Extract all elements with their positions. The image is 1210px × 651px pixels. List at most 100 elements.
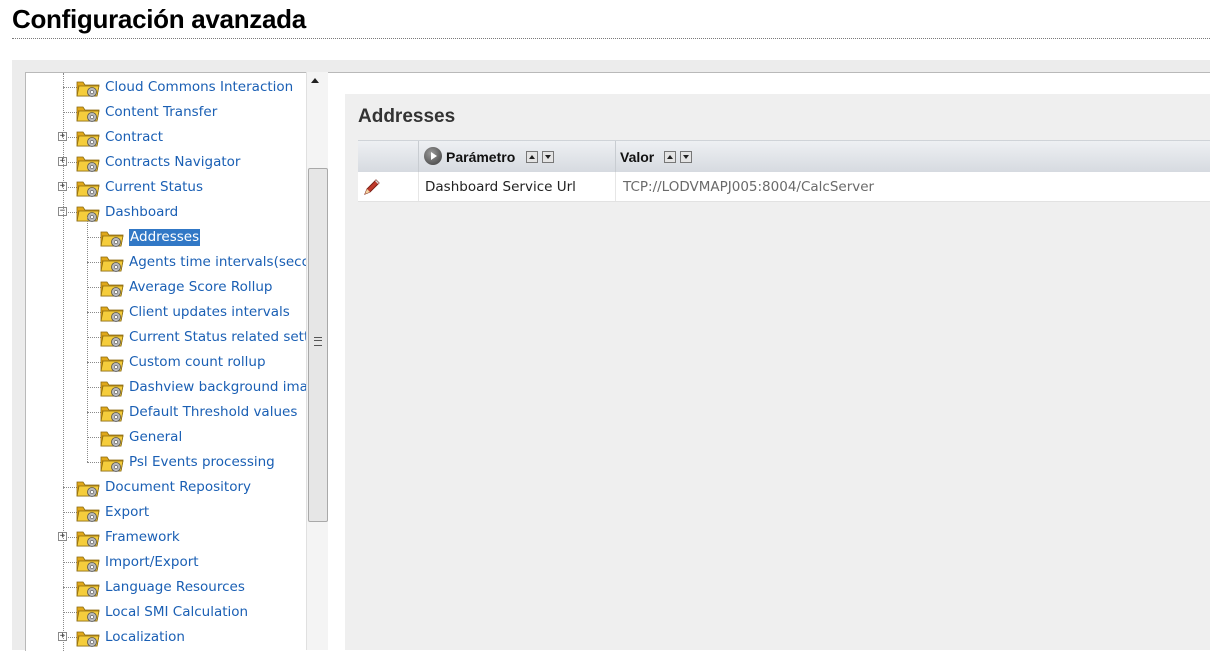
tree-connector bbox=[87, 312, 101, 313]
tree-item-label[interactable]: Localization bbox=[105, 625, 185, 650]
tree-item-label[interactable]: Psl Events processing bbox=[129, 450, 275, 475]
tree-item-label[interactable]: Current Status bbox=[105, 175, 203, 200]
tree-item-label[interactable]: Current Status related setting bbox=[129, 325, 329, 350]
folder-gear-icon bbox=[76, 553, 100, 573]
tree-item[interactable]: + Localization bbox=[26, 625, 316, 650]
tree-connector bbox=[87, 387, 101, 388]
tree-item[interactable]: Psl Events processing bbox=[26, 450, 316, 475]
folder-gear-icon bbox=[76, 128, 100, 148]
tree-item-label[interactable]: Cloud Commons Interaction bbox=[105, 75, 293, 100]
tree-connector bbox=[63, 512, 77, 513]
tree-item[interactable]: Local SMI Calculation bbox=[26, 600, 316, 625]
folder-gear-icon bbox=[76, 603, 100, 623]
sort-up-icon[interactable] bbox=[664, 151, 676, 163]
tree-item-label[interactable]: Language Resources bbox=[105, 575, 245, 600]
tree-item[interactable]: + Framework bbox=[26, 525, 316, 550]
tree-item[interactable]: Content Transfer bbox=[26, 100, 316, 125]
tree-scrollbar[interactable] bbox=[306, 72, 329, 650]
folder-gear-icon bbox=[100, 303, 124, 323]
folder-gear-icon bbox=[100, 378, 124, 398]
tree-item-label[interactable]: Contracts Navigator bbox=[105, 150, 240, 175]
folder-gear-icon bbox=[100, 228, 124, 248]
tree-item-label[interactable]: Local SMI Calculation bbox=[105, 600, 248, 625]
folder-gear-icon bbox=[76, 78, 100, 98]
tree-item-label[interactable]: Export bbox=[105, 500, 149, 525]
tree-connector bbox=[63, 562, 77, 563]
tree-item[interactable]: Dashview background image bbox=[26, 375, 325, 400]
folder-gear-icon bbox=[76, 578, 100, 598]
value-cell: TCP://LODVMAPJ005:8004/CalcServer bbox=[623, 179, 875, 195]
folder-gear-icon bbox=[100, 253, 124, 273]
tree-item-label[interactable]: Dashboard bbox=[105, 200, 178, 225]
tree-item-label[interactable]: Average Score Rollup bbox=[129, 275, 273, 300]
tree-item[interactable]: − Dashboard bbox=[26, 200, 316, 225]
tree-connector bbox=[87, 462, 101, 463]
tree-connector bbox=[63, 87, 77, 88]
tree-connector bbox=[87, 362, 101, 363]
column-separator bbox=[418, 141, 419, 172]
tree-item[interactable]: Agents time intervals(seconds bbox=[26, 250, 329, 275]
tree-item-label[interactable]: General bbox=[129, 425, 182, 450]
tree-item[interactable]: Client updates intervals bbox=[26, 300, 316, 325]
folder-gear-icon bbox=[76, 178, 100, 198]
tree-item-label[interactable]: Custom count rollup bbox=[129, 350, 266, 375]
tree-connector bbox=[63, 487, 77, 488]
grip-icon bbox=[314, 337, 322, 346]
tree-item-label[interactable]: Import/Export bbox=[105, 550, 199, 575]
tree-item[interactable]: + Contracts Navigator bbox=[26, 150, 316, 175]
tree-item-label[interactable]: Addresses bbox=[129, 229, 201, 246]
tree-guide-line bbox=[87, 217, 88, 462]
folder-gear-icon bbox=[100, 353, 124, 373]
tree-item[interactable]: Default Threshold values bbox=[26, 400, 316, 425]
folder-gear-icon bbox=[76, 503, 100, 523]
pencil-icon[interactable] bbox=[362, 177, 382, 197]
folder-gear-icon bbox=[100, 428, 124, 448]
param-cell: Dashboard Service Url bbox=[425, 179, 576, 195]
sort-up-icon[interactable] bbox=[526, 151, 538, 163]
table-row[interactable]: Dashboard Service Url TCP://LODVMAPJ005:… bbox=[358, 172, 1210, 202]
tree-item[interactable]: Document Repository bbox=[26, 475, 316, 500]
tree-item[interactable]: General bbox=[26, 425, 316, 450]
folder-gear-icon bbox=[76, 203, 100, 223]
tree-connector bbox=[87, 337, 101, 338]
tree-item-label[interactable]: Framework bbox=[105, 525, 180, 550]
tree-connector bbox=[87, 287, 101, 288]
tree-connector bbox=[63, 612, 77, 613]
folder-gear-icon bbox=[76, 478, 100, 498]
tree-item-label[interactable]: Contract bbox=[105, 125, 163, 150]
tree-item-label[interactable]: Document Repository bbox=[105, 475, 251, 500]
tree-item-label[interactable]: Client updates intervals bbox=[129, 300, 290, 325]
sort-down-icon[interactable] bbox=[542, 151, 554, 163]
play-circle-icon[interactable] bbox=[424, 147, 442, 165]
grid-header: Parámetro Valor bbox=[358, 140, 1210, 173]
tree-connector bbox=[63, 587, 77, 588]
tree-item-label[interactable]: Agents time intervals(seconds bbox=[129, 250, 329, 275]
tree-item[interactable]: Cloud Commons Interaction bbox=[26, 75, 316, 100]
tree-item[interactable]: + Contract bbox=[26, 125, 316, 150]
tree-item[interactable]: Language Resources bbox=[26, 575, 316, 600]
column-header-param[interactable]: Parámetro bbox=[446, 149, 515, 165]
tree-item[interactable]: Import/Export bbox=[26, 550, 316, 575]
tree-item[interactable]: Average Score Rollup bbox=[26, 275, 316, 300]
tree-item-label[interactable]: Content Transfer bbox=[105, 100, 217, 125]
tree-item[interactable]: Addresses bbox=[26, 225, 316, 250]
section-title: Addresses bbox=[358, 106, 456, 127]
page-title: Configuración avanzada bbox=[12, 4, 306, 34]
tree-item[interactable]: Current Status related setting bbox=[26, 325, 329, 350]
folder-gear-icon bbox=[76, 628, 100, 648]
tree-guide-line bbox=[63, 73, 64, 651]
folder-gear-icon bbox=[76, 153, 100, 173]
tree-item[interactable]: + Current Status bbox=[26, 175, 316, 200]
tree-item-label[interactable]: Default Threshold values bbox=[129, 400, 297, 425]
sort-down-icon[interactable] bbox=[680, 151, 692, 163]
scroll-up-arrow-icon[interactable] bbox=[311, 78, 319, 83]
tree-item[interactable]: Custom count rollup bbox=[26, 350, 316, 375]
tree-item[interactable]: Export bbox=[26, 500, 316, 525]
folder-gear-icon bbox=[76, 103, 100, 123]
config-tree: Cloud Commons Interaction Content Transfe… bbox=[25, 72, 329, 651]
folder-gear-icon bbox=[100, 403, 124, 423]
scroll-thumb[interactable] bbox=[308, 168, 328, 522]
tree-connector bbox=[87, 412, 101, 413]
column-header-value[interactable]: Valor bbox=[620, 149, 654, 165]
tree-item-label[interactable]: Dashview background image bbox=[129, 375, 325, 400]
